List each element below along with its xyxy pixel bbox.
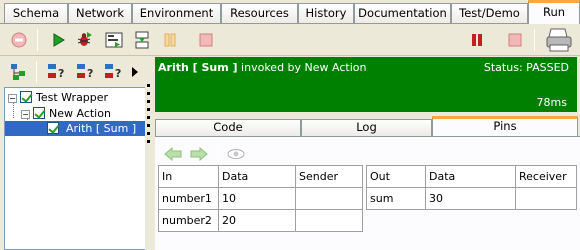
test-tree: − Test Wrapper − New Action Arith [ Sum ] xyxy=(4,87,146,250)
check-icon[interactable] xyxy=(47,122,59,134)
table-row[interactable]: sum 30 xyxy=(366,187,577,210)
pins-toolbar xyxy=(157,139,578,165)
tab-run[interactable]: Run xyxy=(528,0,580,24)
toolbar-separator xyxy=(37,29,38,51)
tree-node-arith-sum[interactable]: Arith [ Sum ] xyxy=(5,121,145,136)
stop-disabled-icon[interactable] xyxy=(8,29,30,51)
step-into-icon[interactable] xyxy=(103,29,125,51)
status-panel: Arith [ Sum ] invoked by New Action Stat… xyxy=(155,57,577,112)
forward-arrow-icon[interactable] xyxy=(188,143,210,165)
table-header-row: Out Data Receiver xyxy=(366,165,577,188)
table-cell[interactable] xyxy=(295,187,363,210)
column-header: In xyxy=(158,165,219,188)
main-tab-bar: Schema Network Environment Resources His… xyxy=(0,0,580,24)
status-time: 78ms xyxy=(536,96,567,109)
run-icon[interactable] xyxy=(47,29,69,51)
splitter-grip xyxy=(147,108,150,111)
stop-disabled-icon[interactable] xyxy=(195,29,217,51)
pause-icon[interactable] xyxy=(466,29,488,51)
toolbar-separator xyxy=(36,61,37,83)
column-header: Data xyxy=(218,165,296,188)
splitter-grip xyxy=(147,116,150,119)
query-pin-icon[interactable]: ? xyxy=(104,61,126,83)
svg-text:?: ? xyxy=(87,67,93,80)
input-pins-table: In Data Sender number1 10 number2 20 xyxy=(158,165,363,232)
column-header: Sender xyxy=(295,165,363,188)
table-cell[interactable]: sum xyxy=(366,187,426,210)
splitter-grip xyxy=(147,84,150,87)
query-pin-icon[interactable]: ? xyxy=(76,61,98,83)
splitter-grip xyxy=(147,124,150,127)
tab-schema[interactable]: Schema xyxy=(4,3,68,24)
toolbar-separator xyxy=(534,29,535,51)
splitter-grip xyxy=(147,100,150,103)
table-cell[interactable]: 10 xyxy=(218,187,296,210)
table-cell[interactable]: 30 xyxy=(425,187,516,210)
pause-disabled-icon[interactable] xyxy=(159,29,181,51)
check-icon[interactable] xyxy=(20,91,32,103)
tab-pins[interactable]: Pins xyxy=(432,116,578,136)
query-pin-icon[interactable]: ? xyxy=(47,61,69,83)
tree-toolbar: ? ? ? xyxy=(0,56,145,88)
left-panel: ? ? ? − Test Wrapper − New Action Arith [ … xyxy=(0,56,146,250)
output-pins-table: Out Data Receiver sum 30 xyxy=(366,165,577,210)
panel-splitter[interactable] xyxy=(145,56,153,250)
step-over-icon[interactable] xyxy=(131,29,153,51)
print-icon[interactable] xyxy=(544,26,574,54)
status-state: Status: PASSED xyxy=(483,61,569,74)
table-row[interactable]: number1 10 xyxy=(158,187,363,210)
tab-log[interactable]: Log xyxy=(301,119,432,136)
tab-test-demo[interactable]: Test/Demo xyxy=(451,3,528,24)
toolbar-separator xyxy=(217,143,218,161)
splitter-grip xyxy=(147,92,150,95)
splitter-grip xyxy=(147,140,150,143)
stop-icon[interactable] xyxy=(504,29,526,51)
tab-code[interactable]: Code xyxy=(155,119,301,136)
status-message: Arith [ Sum ] invoked by New Action xyxy=(158,61,367,74)
table-cell[interactable]: 20 xyxy=(218,209,296,232)
debug-icon[interactable] xyxy=(73,29,95,51)
tree-node-new-action[interactable]: − New Action xyxy=(21,106,111,121)
collapse-icon[interactable]: − xyxy=(21,110,30,119)
table-row[interactable]: number2 20 xyxy=(158,209,363,232)
toolbar-overflow-icon[interactable] xyxy=(129,61,141,83)
table-cell[interactable] xyxy=(515,187,577,210)
svg-text:?: ? xyxy=(58,67,64,80)
expand-tree-icon[interactable] xyxy=(8,61,30,83)
eye-icon[interactable] xyxy=(225,143,247,165)
svg-text:?: ? xyxy=(115,67,121,80)
check-icon[interactable] xyxy=(33,107,45,119)
column-header: Receiver xyxy=(515,165,577,188)
detail-tab-bar: Code Log Pins xyxy=(155,116,580,136)
table-cell[interactable]: number1 xyxy=(158,187,219,210)
column-header: Data xyxy=(425,165,516,188)
tab-network[interactable]: Network xyxy=(68,3,132,24)
tree-node-test-wrapper[interactable]: − Test Wrapper xyxy=(8,90,108,105)
tab-history[interactable]: History xyxy=(298,3,354,24)
pins-panel: In Data Sender number1 10 number2 20 Out… xyxy=(155,136,580,250)
tab-environment[interactable]: Environment xyxy=(132,3,221,24)
run-toolbar xyxy=(0,24,580,56)
collapse-icon[interactable]: − xyxy=(8,94,17,103)
tab-documentation[interactable]: Documentation xyxy=(354,3,451,24)
back-arrow-icon[interactable] xyxy=(162,143,184,165)
tab-resources[interactable]: Resources xyxy=(221,3,298,24)
splitter-grip xyxy=(147,132,150,135)
table-cell[interactable]: number2 xyxy=(158,209,219,232)
column-header: Out xyxy=(366,165,426,188)
table-header-row: In Data Sender xyxy=(158,165,363,188)
table-cell[interactable] xyxy=(295,209,363,232)
